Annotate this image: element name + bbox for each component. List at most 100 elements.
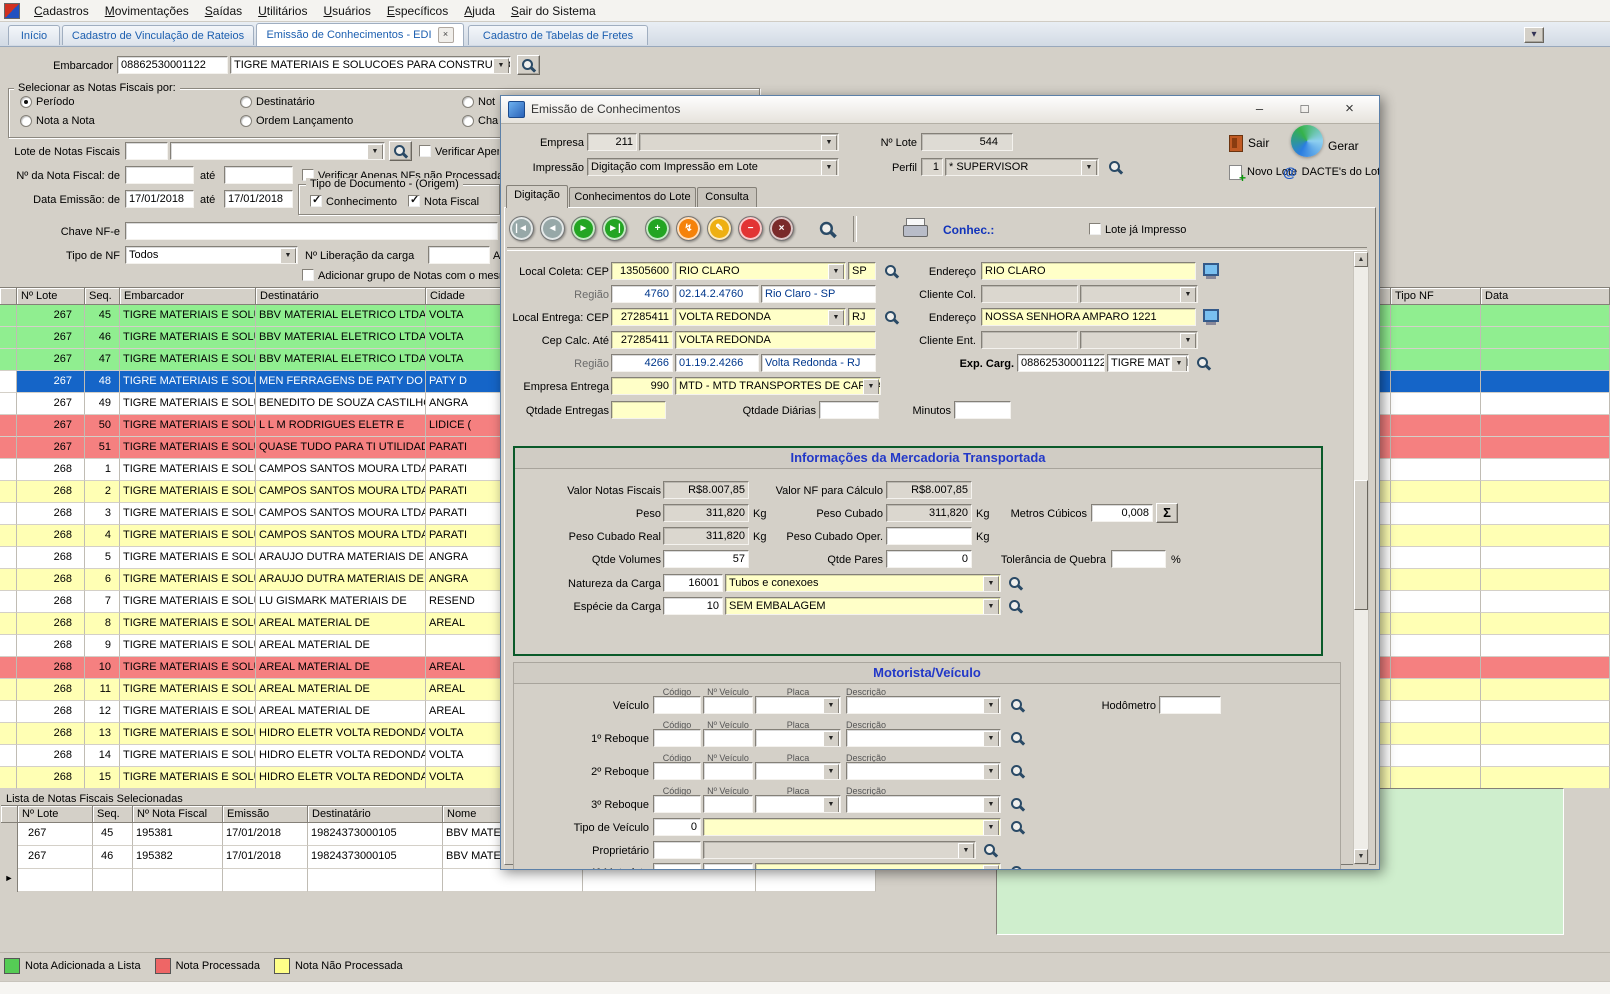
radio-not[interactable] [462,96,474,108]
coleta-cep-search-icon[interactable] [883,263,899,279]
coleta-endereco-field[interactable]: RIO CLARO [981,262,1196,280]
veiculo-numero-field[interactable] [703,696,753,714]
header-tipo-nf[interactable]: Tipo NF [1391,288,1481,305]
qtdade-entregas-field[interactable] [611,401,666,419]
peso-cubado-oper-field[interactable] [886,527,972,545]
embarcador-search-button[interactable] [517,55,540,75]
liberacao-field[interactable] [428,246,490,264]
search-record-icon[interactable] [817,219,836,238]
qtde-volumes-field[interactable]: 57 [663,550,749,568]
verificar-apena-checkbox[interactable] [419,145,431,157]
minimize-button[interactable] [1245,99,1274,120]
empresa-entrega-combo[interactable]: MTD - MTD TRANSPORTES DE CARGAS LTDA [675,377,881,395]
nav-next-button[interactable]: ► [571,216,596,241]
embarcador-name-combo[interactable]: TIGRE MATERIAIS E SOLUCOES PARA CONSTRUC… [230,56,511,74]
entrega-cep-search-icon[interactable] [883,309,899,325]
reboque3-placa-combo[interactable] [755,795,841,813]
embarcador-code-field[interactable]: 08862530001122 [117,56,228,74]
adicionar-grupo-checkbox[interactable] [302,269,314,281]
tipo-nf-combo[interactable]: Todos [125,246,298,264]
tab-cadastro-tabelas-fretes[interactable]: Cadastro de Tabelas de Fretes [468,25,648,45]
header-emissao[interactable]: Emissão [223,806,308,823]
entrega-endereco-field[interactable]: NOSSA SENHORA AMPARO 1221 [981,308,1196,326]
especie-codigo-field[interactable]: 10 [663,597,723,615]
data-de-field[interactable]: 17/01/2018 [125,190,194,208]
cliente-ent-combo[interactable] [1080,331,1198,349]
header-lote[interactable]: Nº Lote [17,288,85,305]
header-nota-fiscal[interactable]: Nº Nota Fiscal [133,806,223,823]
printer-icon[interactable] [903,218,927,238]
reboque2-placa-combo[interactable] [755,762,841,780]
nav-first-button[interactable]: |◄ [509,216,534,241]
natureza-search-icon[interactable] [1007,575,1023,591]
qtde-pares-field[interactable]: 0 [886,550,972,568]
empresa-field[interactable]: 211 [587,133,637,151]
tipo-veiculo-combo[interactable] [703,818,1001,836]
reboque1-descricao-combo[interactable] [846,729,1001,747]
lote-combo[interactable] [170,142,385,160]
motorista1-codigo-field[interactable] [653,863,701,870]
veiculo-search-icon[interactable] [1009,697,1025,713]
veiculo-descricao-combo[interactable] [846,696,1001,714]
mdfe-logo-icon[interactable] [1291,125,1323,157]
header-seq[interactable]: Seq. [85,288,120,305]
menu-item[interactable]: Utilitários [250,4,315,18]
menu-item[interactable]: Sair do Sistema [503,4,604,18]
radio-periodo[interactable] [20,96,32,108]
tab-conhecimentos-do-lote[interactable]: Conhecimentos do Lote [569,187,696,207]
menu-item[interactable]: Cadastros [26,4,97,18]
reboque1-numero-field[interactable] [703,729,753,747]
reboque1-search-icon[interactable] [1009,730,1025,746]
exp-carg-search-icon[interactable] [1195,355,1211,371]
data-ate-field[interactable]: 17/01/2018 [224,190,293,208]
sigma-button[interactable]: Σ [1156,503,1178,523]
coleta-uf-field[interactable]: SP [848,262,876,280]
radio-nota-a-nota[interactable] [20,115,32,127]
perfil-combo[interactable]: * SUPERVISOR [945,158,1099,176]
reboque1-codigo-field[interactable] [653,729,701,747]
menu-item[interactable]: Saídas [197,4,250,18]
tab-cadastro-vinculacao-rateios[interactable]: Cadastro de Vinculação de Rateios [62,25,254,45]
menu-item[interactable]: Usuários [315,4,378,18]
cliente-col-field[interactable] [981,285,1078,303]
scroll-down-button[interactable] [1354,849,1368,864]
tab-close-icon[interactable] [438,27,454,43]
entrega-uf-field[interactable]: RJ [848,308,876,326]
delete-record-button[interactable]: − [738,216,763,241]
edit-record-button[interactable]: ✎ [707,216,732,241]
nav-last-button[interactable]: ►| [602,216,627,241]
reboque3-search-icon[interactable] [1009,796,1025,812]
nf-de-field[interactable] [125,166,194,184]
insert-record-button[interactable]: + [645,216,670,241]
menu-item[interactable]: Movimentações [97,4,197,18]
entrega-cidade-combo[interactable]: VOLTA REDONDA [675,308,846,326]
motorista1-search-icon[interactable] [1009,864,1025,870]
perfil-search-icon[interactable] [1107,159,1123,175]
exp-carg-combo[interactable]: TIGRE MATERIAIS [1107,354,1189,372]
tab-emissao-conhecimentos-edi[interactable]: Emissão de Conhecimentos - EDI [256,23,464,46]
nav-prior-button[interactable]: ◄ [540,216,565,241]
cep-calc-cidade-field[interactable]: VOLTA REDONDA [675,331,876,349]
dialog-titlebar[interactable]: Emissão de Conhecimentos [501,96,1379,124]
minutos-field[interactable] [954,401,1011,419]
dacte-button[interactable]: @ DACTE's do Lote [1283,162,1380,182]
header-embarcador[interactable]: Embarcador [120,288,256,305]
close-button[interactable] [1335,99,1364,120]
tab-overflow-button[interactable] [1524,27,1544,43]
maximize-button[interactable] [1290,99,1319,120]
motorista1-numero-field[interactable] [703,863,753,870]
post-record-button[interactable]: ↯ [676,216,701,241]
cep-calc-field[interactable]: 27285411 [611,331,673,349]
reboque2-codigo-field[interactable] [653,762,701,780]
gerar-label[interactable]: Gerar [1328,140,1359,153]
metros-cubicos-field[interactable]: 0,008 [1091,504,1153,522]
cliente-col-combo[interactable] [1080,285,1198,303]
list-item[interactable]: ► 267 47 195383 17/01/2018 1982437300010… [1,869,876,892]
proprietario-combo[interactable] [703,841,976,859]
tipo-veiculo-codigo-field[interactable]: 0 [653,818,701,836]
tab-digitacao[interactable]: Digitação [506,185,568,208]
menu-item[interactable]: Ajuda [456,4,503,18]
natureza-combo[interactable]: Tubos e conexoes [725,574,1001,592]
empresa-entrega-codigo-field[interactable]: 990 [611,377,673,395]
reboque3-descricao-combo[interactable] [846,795,1001,813]
